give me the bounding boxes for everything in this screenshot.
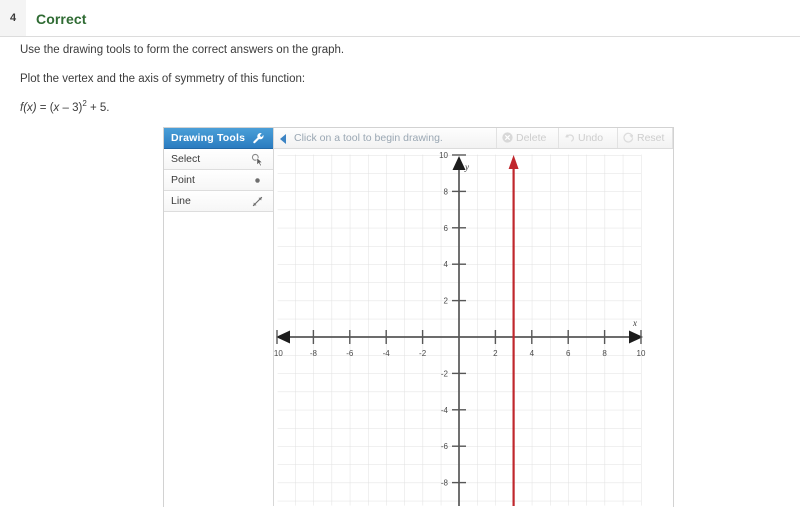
svg-text:-6: -6 bbox=[346, 349, 354, 358]
svg-text:-6: -6 bbox=[441, 442, 449, 451]
delete-button[interactable]: Delete bbox=[496, 128, 558, 148]
tools-panel-empty-space bbox=[164, 212, 273, 526]
reset-refresh-icon bbox=[622, 131, 635, 144]
x-axis-label: x bbox=[632, 318, 637, 328]
formula-eq: = ( bbox=[36, 101, 54, 114]
question-number: 4 bbox=[0, 0, 26, 36]
tool-select[interactable]: Select bbox=[164, 149, 273, 170]
svg-text:10: 10 bbox=[637, 349, 646, 358]
undo-arrow-icon bbox=[563, 131, 576, 144]
collapse-left-arrow-icon[interactable] bbox=[280, 134, 286, 144]
drawing-tools-header: Drawing Tools bbox=[164, 128, 273, 149]
svg-text:2: 2 bbox=[444, 297, 449, 306]
line-arrow-icon bbox=[250, 194, 265, 209]
status-badge: Correct bbox=[36, 11, 87, 27]
reset-button-label: Reset bbox=[637, 132, 665, 144]
question-header: 4 Correct bbox=[0, 0, 800, 37]
svg-text:6: 6 bbox=[566, 349, 571, 358]
drawing-status-bar: Click on a tool to begin drawing. Delete… bbox=[274, 128, 673, 149]
function-formula: f(x) = (x – 3)2 + 5. bbox=[20, 99, 109, 114]
point-dot-icon bbox=[250, 173, 265, 188]
undo-button[interactable]: Undo bbox=[558, 128, 617, 148]
formula-lhs: f(x) bbox=[20, 101, 37, 114]
svg-text:6: 6 bbox=[444, 224, 449, 233]
svg-text:-2: -2 bbox=[419, 349, 427, 358]
cursor-select-icon bbox=[250, 152, 265, 167]
delete-button-label: Delete bbox=[516, 132, 547, 144]
svg-text:2: 2 bbox=[493, 349, 498, 358]
drawing-tools-title: Drawing Tools bbox=[171, 132, 246, 144]
coordinate-plane[interactable]: x y -10 bbox=[274, 149, 673, 506]
drawing-tools-panel: Drawing Tools Select Point Line bbox=[164, 128, 274, 526]
svg-text:8: 8 bbox=[602, 349, 607, 358]
svg-text:-4: -4 bbox=[383, 349, 391, 358]
y-axis-label: y bbox=[464, 162, 469, 172]
svg-text:-4: -4 bbox=[441, 406, 449, 415]
svg-text:4: 4 bbox=[530, 349, 535, 358]
tool-select-label: Select bbox=[171, 153, 201, 165]
svg-text:-10: -10 bbox=[274, 349, 283, 358]
undo-button-label: Undo bbox=[578, 132, 604, 144]
prompt-task: Plot the vertex and the axis of symmetry… bbox=[20, 73, 306, 85]
delete-circle-x-icon bbox=[501, 131, 514, 144]
svg-text:4: 4 bbox=[444, 260, 449, 269]
tool-point[interactable]: Point bbox=[164, 170, 273, 191]
svg-text:-8: -8 bbox=[441, 479, 449, 488]
wrench-icon bbox=[252, 132, 265, 145]
tool-line[interactable]: Line bbox=[164, 191, 273, 212]
tool-line-label: Line bbox=[171, 195, 191, 207]
svg-text:-2: -2 bbox=[441, 369, 449, 378]
formula-mid: – 3) bbox=[59, 101, 83, 114]
svg-text:-8: -8 bbox=[310, 349, 318, 358]
svg-text:8: 8 bbox=[444, 187, 449, 196]
svg-text:10: 10 bbox=[439, 151, 448, 160]
drawing-application: Drawing Tools Select Point Line Click on… bbox=[163, 127, 674, 526]
prompt-instruction: Use the drawing tools to form the correc… bbox=[20, 44, 345, 56]
drawing-status-message: Click on a tool to begin drawing. bbox=[294, 132, 443, 144]
reset-button[interactable]: Reset bbox=[617, 128, 673, 148]
formula-tail: + 5. bbox=[86, 101, 110, 114]
tool-point-label: Point bbox=[171, 174, 195, 186]
graph-canvas[interactable]: x y -10 bbox=[274, 149, 673, 506]
